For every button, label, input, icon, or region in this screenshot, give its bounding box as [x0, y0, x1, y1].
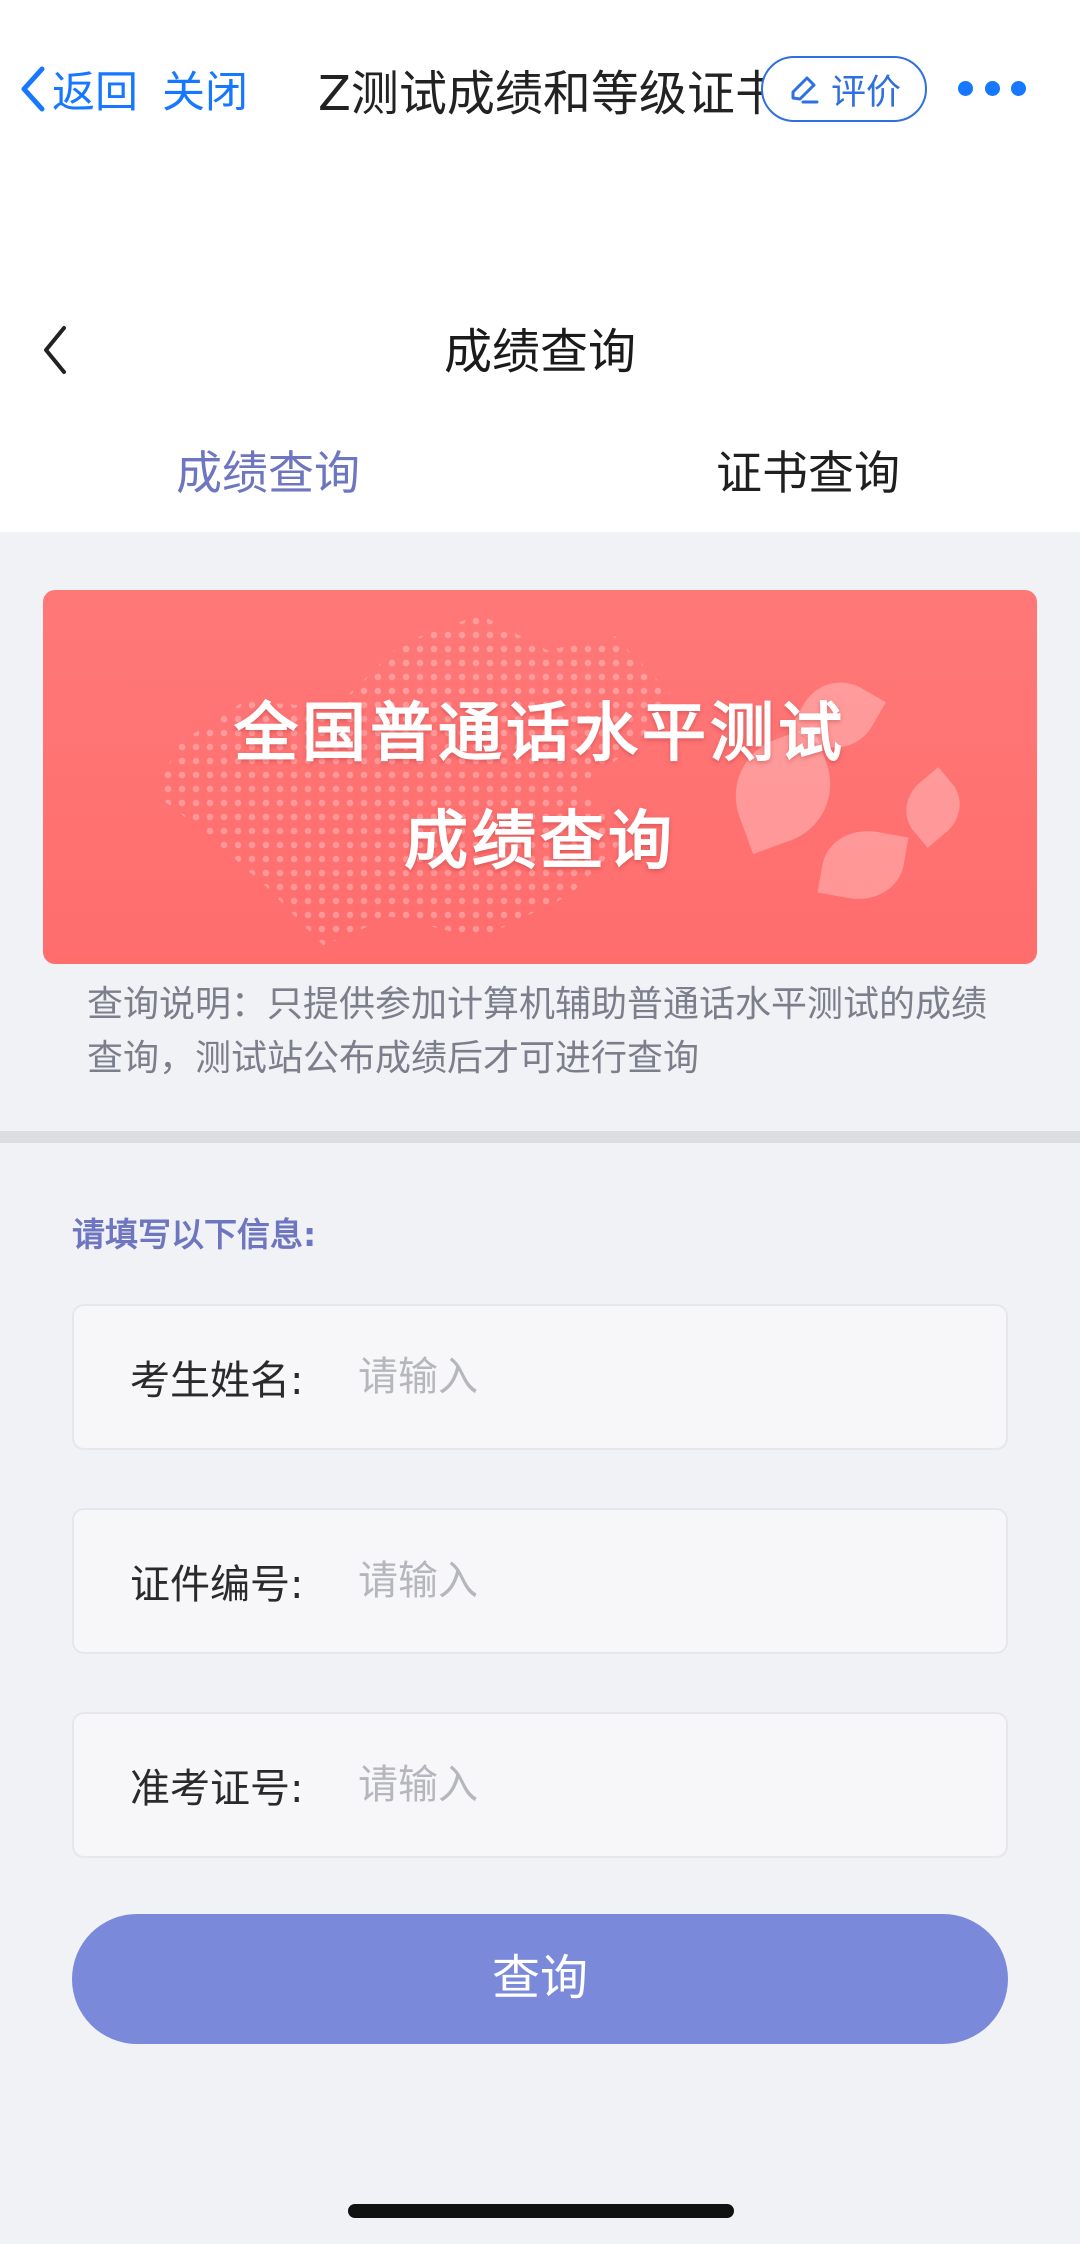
candidate-name-input[interactable] — [358, 1337, 1006, 1417]
admission-ticket-label: 准考证号: — [130, 1766, 304, 1812]
back-label: 返回 — [52, 68, 138, 118]
page-title: 成绩查询 — [443, 324, 636, 380]
form-heading: 请填写以下信息: — [72, 1215, 317, 1254]
tab-score-query[interactable]: 成绩查询 — [118, 438, 418, 508]
banner-subtitle: 成绩查询 — [404, 805, 676, 879]
mini-app-title: Z测试成绩和等级证书 — [318, 66, 763, 122]
evaluate-button[interactable]: 评价 — [761, 56, 927, 122]
top-bar: 返回 关闭 Z测试成绩和等级证书 评价 成绩查询 成绩查询 证书查询 — [0, 0, 1080, 532]
section-divider — [0, 1131, 1080, 1143]
candidate-name-label: 考生姓名: — [130, 1358, 304, 1404]
id-number-field: 证件编号: — [72, 1508, 1008, 1654]
id-number-label: 证件编号: — [130, 1562, 304, 1608]
admission-ticket-input[interactable] — [358, 1745, 1006, 1825]
home-indicator[interactable] — [348, 2204, 734, 2218]
query-notice: 查询说明：只提供参加计算机辅助普通话水平测试的成绩查询，测试站公布成绩后才可进行… — [87, 984, 988, 1079]
close-button[interactable]: 关闭 — [162, 58, 248, 120]
id-number-input[interactable] — [358, 1541, 1006, 1621]
query-button[interactable]: 查询 — [72, 1914, 1008, 2044]
evaluate-label: 评价 — [830, 72, 901, 113]
candidate-name-field: 考生姓名: — [72, 1304, 1008, 1450]
back-button[interactable]: 返回 — [18, 58, 138, 120]
edit-pencil-icon — [791, 76, 819, 104]
page: 返回 关闭 Z测试成绩和等级证书 评价 成绩查询 成绩查询 证书查询 全国普通话… — [0, 0, 1080, 2244]
admission-ticket-field: 准考证号: — [72, 1712, 1008, 1858]
tab-certificate-query[interactable]: 证书查询 — [658, 438, 958, 508]
chevron-left-icon — [21, 66, 45, 112]
banner-title: 全国普通话水平测试 — [234, 697, 846, 771]
more-options-icon[interactable] — [958, 76, 1026, 100]
banner: 全国普通话水平测试 成绩查询 — [43, 590, 1037, 964]
china-map-graphic — [155, 614, 671, 946]
